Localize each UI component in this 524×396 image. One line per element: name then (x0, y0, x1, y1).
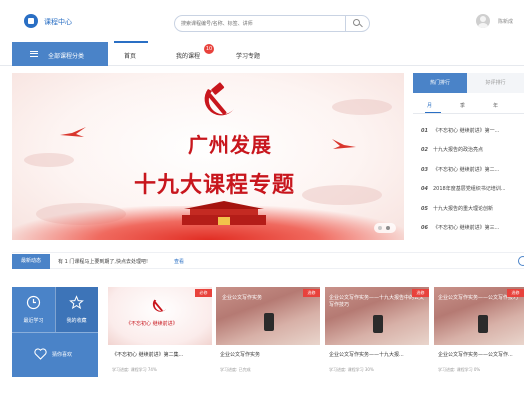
my-favorites-label: 我的收藏 (66, 318, 87, 324)
rank-title: 十九大报告的政治亮点 (433, 147, 484, 153)
notice-tag: 最新动态 (12, 254, 50, 269)
course-progress: 学习进度: 课程学习 74% (112, 367, 157, 372)
rank-title: 十九大报告的重大理论创新 (433, 206, 494, 212)
course-title[interactable]: 企业公文写作实务 (220, 351, 320, 358)
course-progress: 学习进度: 已完成 (220, 367, 251, 372)
dove-icon (60, 127, 86, 137)
course-card[interactable]: 《不忘初心 继续前进》 必修 《不忘初心 继续前进》第二集... 学习进度: 课… (108, 287, 212, 383)
all-categories-button[interactable]: 全部课程分类 (12, 42, 108, 66)
ranking-item[interactable]: 03 《不忘初心 继续前进》第二... (421, 166, 499, 173)
heart-icon (34, 348, 47, 360)
menu-icon (30, 51, 38, 57)
tab-my-courses[interactable]: 我的课程 (176, 51, 200, 60)
course-thumbnail[interactable]: 企业公文写作实务——十九大报告中的公文写作技巧 选修 (325, 287, 429, 345)
dove-icon (332, 139, 356, 149)
my-favorites-button[interactable]: 我的收藏 (55, 287, 98, 332)
search-box (174, 15, 370, 32)
main-nav: 全部课程分类 首页 我的课程 学习专题 (0, 41, 524, 66)
tab-learning-topics[interactable]: 学习专题 (236, 51, 260, 60)
banner-title: 广州发展 (188, 133, 272, 157)
rank-number: 01 (421, 128, 428, 134)
rank-number: 03 (421, 167, 428, 173)
all-categories-label: 全部课程分类 (48, 53, 85, 60)
rank-number: 02 (421, 147, 428, 153)
thumbnail-caption: 企业公文写作实务 (222, 295, 263, 301)
ranking-item[interactable]: 04 2018年度基层党组织书记培训... (421, 185, 506, 192)
course-thumbnail[interactable]: 企业公文写作实务 选修 (216, 287, 320, 345)
rank-title: 《不忘初心 继续前进》第一... (433, 128, 500, 134)
course-card[interactable]: 企业公文写作实务——十九大报告中的公文写作技巧 选修 企业公文写作实务——十九大… (325, 287, 429, 383)
rank-title: 2018年度基层党组织书记培训... (433, 186, 506, 192)
guess-you-like-label: 猜你喜欢 (52, 352, 73, 358)
course-thumbnail[interactable]: 《不忘初心 继续前进》 必修 (108, 287, 212, 345)
notice-view-link[interactable]: 查看 (174, 258, 184, 265)
recent-learning-button[interactable]: 最近学习 (12, 287, 55, 332)
banner-subtitle: 十九大课程专题 (134, 172, 296, 198)
search-button[interactable] (345, 15, 369, 32)
rank-number: 06 (421, 225, 428, 231)
hammer-sickle-icon (204, 82, 234, 116)
course-type-badge: 必修 (195, 289, 212, 297)
course-card[interactable]: 企业公文写作实务——公文写作技巧 选修 企业公文写作实务——公文写作... 学习… (434, 287, 524, 383)
ranking-item[interactable]: 06 《不忘初心 继续前进》第三... (421, 224, 499, 231)
tab-rated-ranking[interactable]: 好评排行 (467, 73, 524, 93)
course-title[interactable]: 《不忘初心 继续前进》第二集... (112, 351, 212, 358)
period-year[interactable]: 年 (493, 102, 498, 109)
rank-title: 《不忘初心 继续前进》第三... (433, 225, 500, 231)
ranking-item[interactable]: 05 十九大报告的重大理论创新 (421, 205, 493, 212)
phone-icon (478, 315, 488, 333)
username[interactable]: 陈新成 (498, 18, 513, 25)
phone-icon (264, 313, 274, 331)
logo-icon[interactable] (24, 14, 38, 28)
tab-home[interactable]: 首页 (113, 41, 149, 60)
course-type-badge: 选修 (507, 289, 524, 297)
app-title[interactable]: 课程中心 (44, 17, 72, 27)
search-input[interactable] (181, 19, 341, 29)
tab-hot-ranking[interactable]: 热门排行 (413, 73, 467, 93)
rank-number: 04 (421, 186, 428, 192)
carousel-indicators[interactable] (374, 223, 396, 233)
clock-icon (26, 295, 41, 310)
thumbnail-caption: 企业公文写作实务——十九大报告中的公文写作技巧 (329, 295, 425, 308)
banner-carousel[interactable]: 广州发展 十九大课程专题 (12, 73, 404, 240)
rank-title: 《不忘初心 继续前进》第二... (433, 167, 500, 173)
course-progress: 学习进度: 课程学习 0% (438, 367, 481, 372)
top-header: 课程中心 陈新成 (0, 0, 524, 40)
avatar[interactable] (476, 14, 490, 28)
phone-icon (373, 315, 383, 333)
period-quarter[interactable]: 季 (460, 102, 465, 109)
notice-bar: 最新动态 有 1 门课程马上要到期了,快点去处理吧! 查看 (12, 252, 524, 269)
ranking-panel: 热门排行 好评排行 月 季 年 01 《不忘初心 继续前进》第一... 02 十九大… (413, 73, 524, 240)
hammer-sickle-icon (152, 299, 167, 312)
course-card[interactable]: 企业公文写作实务 选修 企业公文写作实务 学习进度: 已完成 (216, 287, 320, 383)
star-icon (69, 295, 84, 310)
thumbnail-caption: 《不忘初心 继续前进》 (126, 321, 178, 327)
ranking-item[interactable]: 02 十九大报告的政治亮点 (421, 146, 483, 153)
arrow-right-icon[interactable] (518, 256, 524, 266)
period-month[interactable]: 月 (427, 102, 432, 109)
my-courses-badge: 10 (204, 44, 214, 54)
notice-text: 有 1 门课程马上要到期了,快点去处理吧! (58, 259, 148, 265)
course-thumbnail[interactable]: 企业公文写作实务——公文写作技巧 选修 (434, 287, 524, 345)
course-title[interactable]: 企业公文写作实务——十九大报... (329, 351, 429, 358)
ranking-item[interactable]: 01 《不忘初心 继续前进》第一... (421, 127, 499, 134)
recent-learning-label: 最近学习 (23, 318, 44, 324)
tiananmen-gate-icon (182, 201, 266, 225)
guess-you-like-button[interactable]: 猜你喜欢 (12, 333, 98, 377)
course-progress: 学习进度: 课程学习 30% (329, 367, 374, 372)
course-type-badge: 选修 (412, 289, 429, 297)
course-title[interactable]: 企业公文写作实务——公文写作... (438, 351, 524, 358)
course-type-badge: 选修 (303, 289, 320, 297)
rank-number: 05 (421, 206, 428, 212)
